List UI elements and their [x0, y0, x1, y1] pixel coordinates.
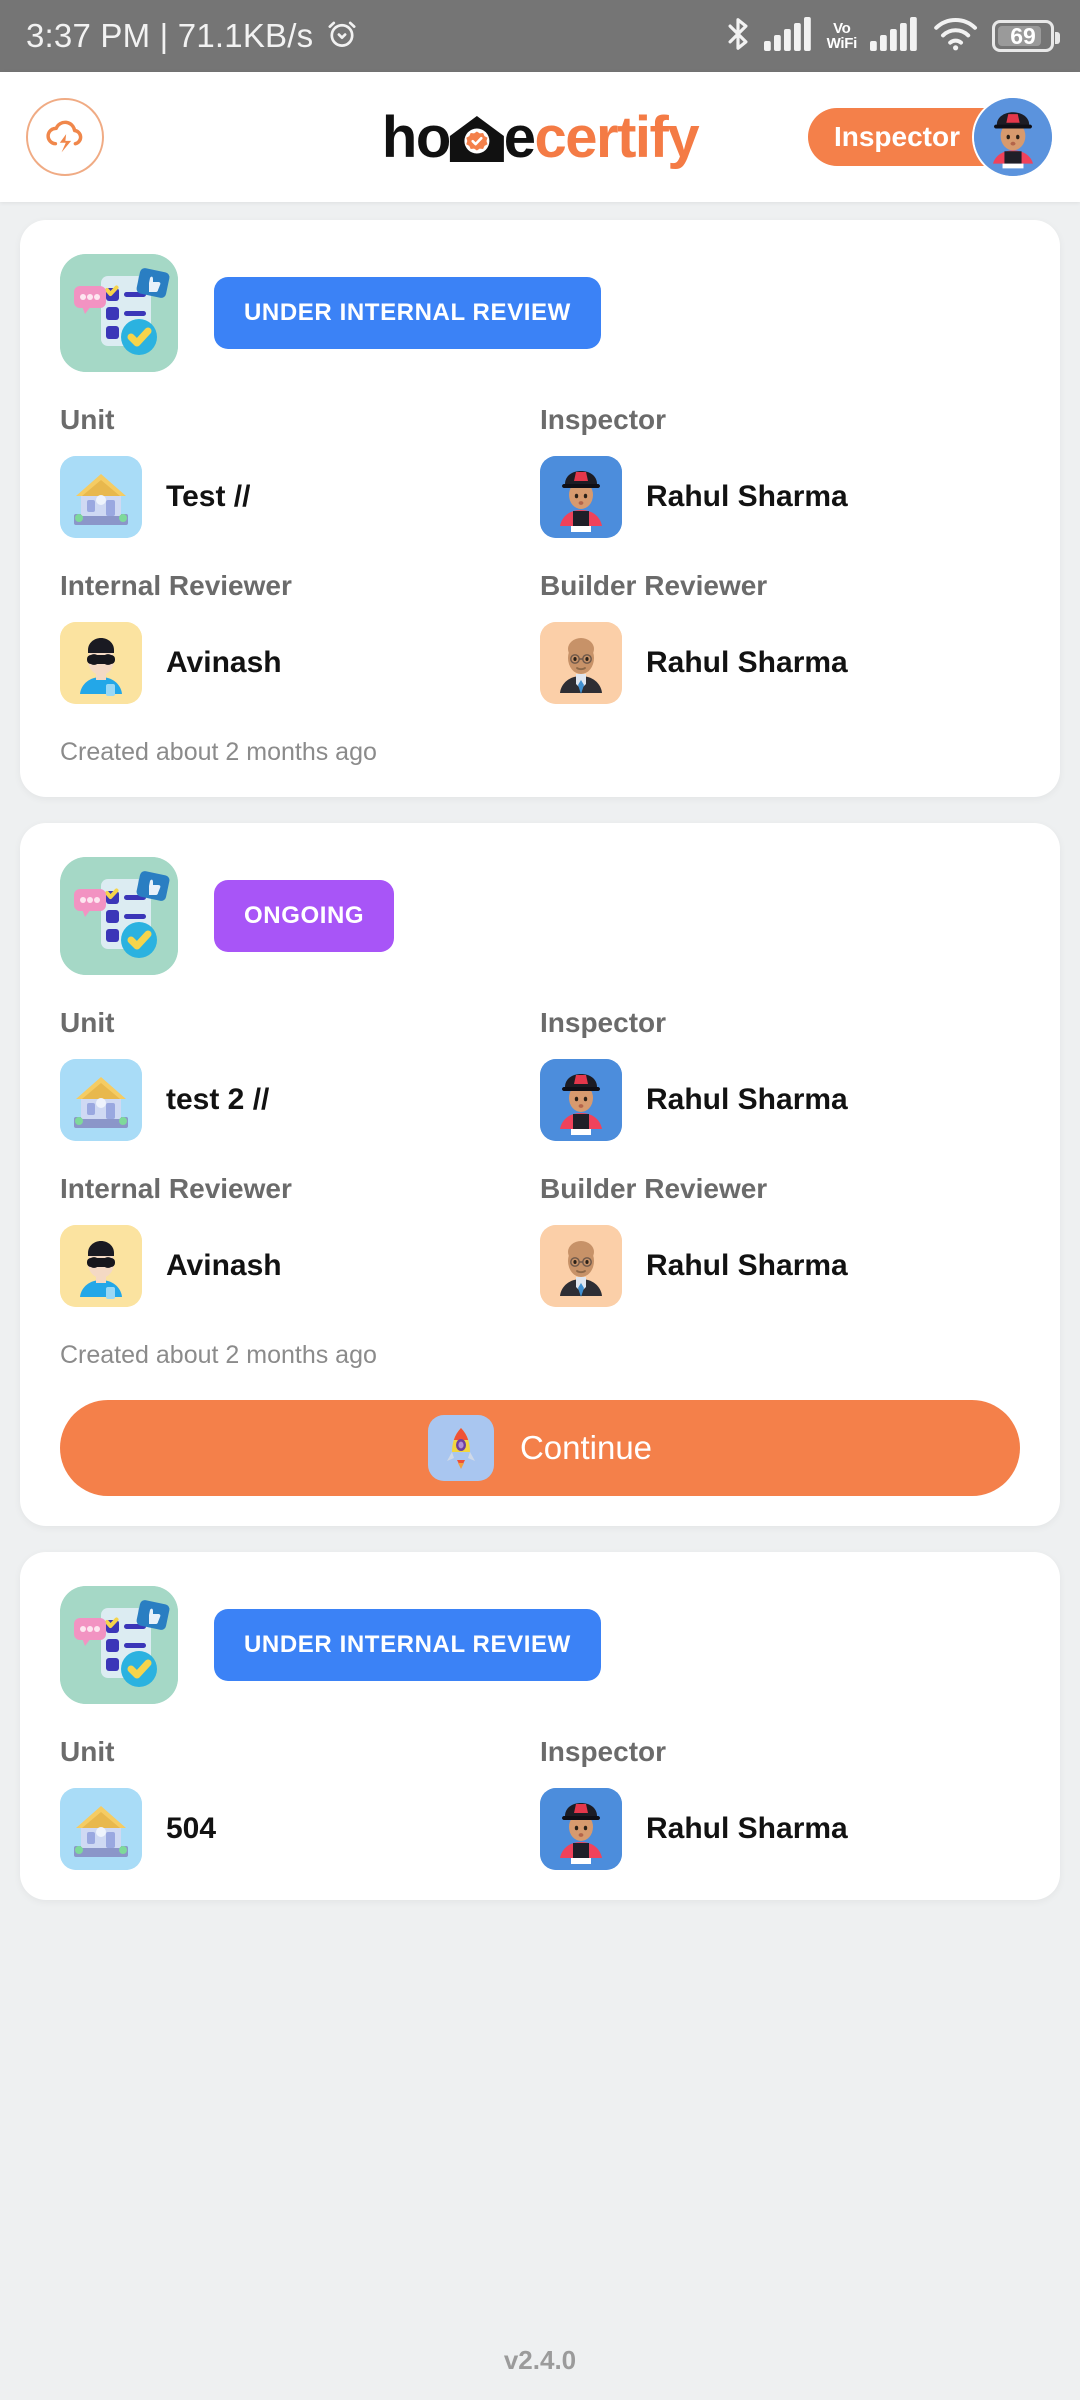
- builder-reviewer-label: Builder Reviewer: [540, 1173, 768, 1204]
- status-time-network: 3:37 PM | 71.1KB/s: [26, 17, 314, 54]
- unit-value: Test //: [166, 480, 251, 513]
- card-header: ONGOING: [60, 857, 1020, 975]
- continue-label: Continue: [519, 1429, 653, 1466]
- inspector-label: Inspector: [540, 404, 667, 435]
- status-bar-right: Vo WiFi 69: [725, 15, 1060, 58]
- internal-reviewer-label: Internal Reviewer: [60, 1173, 292, 1204]
- inspector-avatar-icon: [540, 1059, 622, 1141]
- house-icon: [60, 456, 142, 538]
- bluetooth-icon: [725, 15, 751, 58]
- cloud-lightning-icon[interactable]: [26, 98, 104, 176]
- app-footer: v2.4.0: [0, 2320, 1080, 2400]
- unit-field: Unit: [60, 404, 540, 538]
- internal-reviewer-avatar-icon: [60, 1225, 142, 1307]
- internal-reviewer-field: Internal Reviewer Avinash: [60, 1173, 540, 1307]
- status-badge[interactable]: UNDER INTERNAL REVIEW: [214, 1609, 601, 1681]
- battery-level-text: 69: [1010, 22, 1036, 49]
- inspection-card[interactable]: ONGOING Unit test 2 // Inspector Rahul S…: [20, 823, 1060, 1526]
- builder-reviewer-value-row: Rahul Sharma: [540, 1225, 1004, 1307]
- role-chip-group[interactable]: Inspector: [807, 96, 1054, 178]
- avatar[interactable]: [972, 96, 1054, 178]
- inspector-avatar-icon: [540, 456, 622, 538]
- inspector-field: Inspector Rahul Sharma: [540, 404, 1020, 538]
- checklist-document-icon: [60, 857, 178, 975]
- unit-value: 504: [166, 1812, 217, 1845]
- unit-field: Unit: [60, 1007, 540, 1141]
- internal-reviewer-value-row: Avinash: [60, 622, 524, 704]
- continue-button[interactable]: Continue: [60, 1400, 1020, 1496]
- logo-text-part-1: ho: [381, 104, 451, 170]
- internal-reviewer-value-row: Avinash: [60, 1225, 524, 1307]
- inspection-list[interactable]: UNDER INTERNAL REVIEW Unit Test // Inspe…: [0, 202, 1080, 2400]
- inspector-field: Inspector Rahul Sharma: [540, 1007, 1020, 1141]
- unit-label: Unit: [60, 1007, 115, 1038]
- app-header: ho e certify Inspector: [0, 72, 1080, 202]
- unit-value-row: 504: [60, 1788, 524, 1870]
- internal-reviewer-field: Internal Reviewer Avinash: [60, 570, 540, 704]
- builder-reviewer-value: Rahul Sharma: [646, 646, 848, 679]
- checklist-document-icon: [60, 1586, 178, 1704]
- builder-reviewer-label: Builder Reviewer: [540, 570, 768, 601]
- inspector-value-row: Rahul Sharma: [540, 1059, 1004, 1141]
- inspector-value-row: Rahul Sharma: [540, 1788, 1004, 1870]
- unit-inspector-row: Unit: [60, 1007, 1020, 1141]
- reviewers-row: Internal Reviewer Avinash Builder Review…: [60, 570, 1020, 704]
- inspector-field: Inspector Rahul Sharma: [540, 1736, 1020, 1870]
- inspector-value-row: Rahul Sharma: [540, 456, 1004, 538]
- unit-value: test 2 //: [166, 1083, 270, 1116]
- house-icon: [60, 1059, 142, 1141]
- status-badge[interactable]: ONGOING: [214, 880, 395, 952]
- cellular-signal-icon-2: [870, 16, 920, 56]
- unit-label: Unit: [60, 1736, 115, 1767]
- inspector-label: Inspector: [540, 1007, 667, 1038]
- created-timestamp: Created about 2 months ago: [60, 738, 377, 766]
- internal-reviewer-value: Avinash: [166, 1249, 282, 1282]
- status-badge[interactable]: UNDER INTERNAL REVIEW: [214, 277, 601, 349]
- inspection-card[interactable]: UNDER INTERNAL REVIEW Unit: [20, 1552, 1060, 1900]
- unit-label: Unit: [60, 404, 115, 435]
- inspector-value: Rahul Sharma: [646, 1083, 848, 1116]
- cellular-signal-icon: [763, 16, 814, 56]
- builder-reviewer-avatar-icon: [540, 622, 622, 704]
- vowifi-line-2: WiFi: [826, 35, 858, 52]
- internal-reviewer-value: Avinash: [166, 646, 282, 679]
- unit-field: Unit: [60, 1736, 540, 1870]
- unit-inspector-row: Unit: [60, 1736, 1020, 1870]
- card-header: UNDER INTERNAL REVIEW: [60, 1586, 1020, 1704]
- card-header: UNDER INTERNAL REVIEW: [60, 254, 1020, 372]
- battery-indicator: 69: [992, 20, 1060, 52]
- inspector-label: Inspector: [540, 1736, 667, 1767]
- status-bar: 3:37 PM | 71.1KB/s Vo WiFi 69: [0, 0, 1080, 72]
- logo-text-part-2: e: [503, 104, 536, 170]
- wifi-icon: [933, 17, 979, 56]
- inspector-avatar-icon: [974, 98, 1052, 176]
- unit-value-row: test 2 //: [60, 1059, 524, 1141]
- app-logo: ho e certify: [381, 104, 700, 171]
- reviewers-row: Internal Reviewer Avinash Builder Review…: [60, 1173, 1020, 1307]
- builder-reviewer-avatar-icon: [540, 1225, 622, 1307]
- version-label: v2.4.0: [503, 2344, 577, 2375]
- vowifi-indicator: Vo WiFi: [826, 21, 858, 52]
- inspector-value: Rahul Sharma: [646, 1812, 848, 1845]
- inspector-avatar-icon: [540, 1788, 622, 1870]
- builder-reviewer-field: Builder Reviewer Rahul Sharma: [540, 570, 1020, 704]
- builder-reviewer-field: Builder Reviewer Rahul Sharma: [540, 1173, 1020, 1307]
- created-timestamp: Created about 2 months ago: [60, 1341, 377, 1369]
- unit-inspector-row: Unit: [60, 404, 1020, 538]
- inspection-card[interactable]: UNDER INTERNAL REVIEW Unit: [20, 220, 1060, 797]
- house-check-icon: [446, 111, 508, 163]
- inspector-value: Rahul Sharma: [646, 480, 848, 513]
- builder-reviewer-value-row: Rahul Sharma: [540, 622, 1004, 704]
- status-bar-left: 3:37 PM | 71.1KB/s: [26, 17, 359, 56]
- unit-value-row: Test //: [60, 456, 524, 538]
- internal-reviewer-avatar-icon: [60, 622, 142, 704]
- house-icon: [60, 1788, 142, 1870]
- checklist-document-icon: [60, 254, 178, 372]
- logo-text-accent: certify: [534, 104, 700, 170]
- builder-reviewer-value: Rahul Sharma: [646, 1249, 848, 1282]
- rocket-icon: [427, 1415, 494, 1481]
- alarm-clock-icon: [325, 17, 359, 56]
- internal-reviewer-label: Internal Reviewer: [60, 570, 292, 601]
